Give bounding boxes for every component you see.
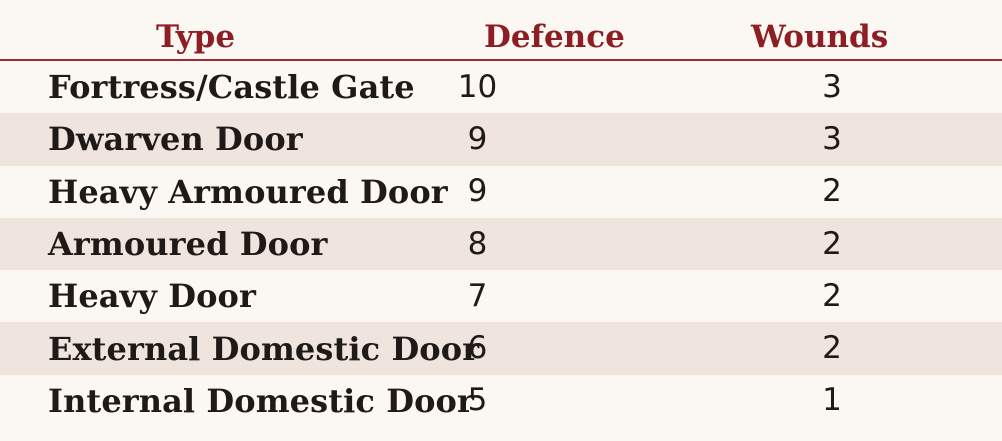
row-defence: 5 <box>467 382 488 419</box>
row-wounds: 3 <box>822 120 842 157</box>
table-row: External Domestic Door 6 2 <box>0 322 1002 375</box>
row-defence: 10 <box>457 68 498 105</box>
table-row: Fortress/Castle Gate 10 3 <box>0 61 1002 113</box>
door-stats-table: Type Defence Wounds Fortress/Castle Gate… <box>0 0 1002 427</box>
row-wounds: 2 <box>822 330 842 367</box>
table-row: Heavy Door 7 2 <box>0 270 1002 322</box>
row-type: Heavy Armoured Door <box>48 172 448 211</box>
table-header-row: Type Defence Wounds <box>0 0 1002 61</box>
row-wounds: 1 <box>822 382 842 419</box>
header-wounds: Wounds <box>751 19 889 55</box>
row-type: Fortress/Castle Gate <box>48 68 415 107</box>
table-row: Dwarven Door 9 3 <box>0 113 1002 166</box>
row-type: Dwarven Door <box>48 120 303 159</box>
row-type: Armoured Door <box>48 225 328 264</box>
row-defence: 8 <box>467 225 488 262</box>
table-row: Internal Domestic Door 5 1 <box>0 375 1002 427</box>
row-defence: 9 <box>467 173 488 210</box>
table-row: Heavy Armoured Door 9 2 <box>0 166 1002 218</box>
row-defence: 6 <box>467 330 488 367</box>
table-row: Armoured Door 8 2 <box>0 217 1002 271</box>
row-type: External Domestic Door <box>48 329 480 368</box>
row-type: Heavy Door <box>48 277 256 316</box>
row-wounds: 2 <box>822 277 842 314</box>
row-defence: 7 <box>467 277 488 314</box>
row-wounds: 2 <box>822 225 842 262</box>
row-defence: 9 <box>467 120 488 157</box>
header-defence: Defence <box>484 19 625 55</box>
page: Type Defence Wounds Fortress/Castle Gate… <box>0 0 1002 441</box>
row-wounds: 3 <box>822 68 842 105</box>
row-wounds: 2 <box>822 173 842 210</box>
row-type: Internal Domestic Door <box>48 381 474 420</box>
table-body: Fortress/Castle Gate 10 3 Dwarven Door 9… <box>0 61 1002 427</box>
header-type: Type <box>156 19 236 55</box>
